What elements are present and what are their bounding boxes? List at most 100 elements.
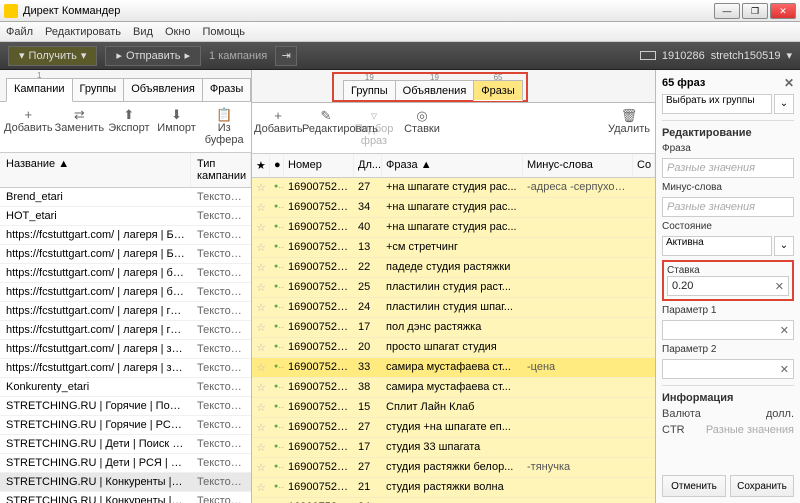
import-button[interactable]: ⬇Импорт: [154, 106, 200, 148]
table-row[interactable]: STRETCHING.RU | Дети | РСЯ | МСК и облТе…: [0, 454, 251, 473]
mid-tabs-highlight: 19Группы 19Объявления 65Фразы: [332, 72, 528, 102]
account-login[interactable]: stretch150519: [711, 50, 781, 62]
state-label: Состояние: [662, 221, 794, 232]
table-row[interactable]: STRETCHING.RU | Конкуренты | Поиск | М..…: [0, 473, 251, 492]
phrase-input[interactable]: Разные значения: [662, 158, 794, 178]
mid-toolbar: +Добавить ✎Редактировать ▿Подбор фраз ◎С…: [252, 103, 655, 154]
table-row[interactable]: https://fcstuttgart.com/ | лагеря | зару…: [0, 340, 251, 359]
table-row[interactable]: HOT_etariТекстово-г: [0, 207, 251, 226]
mid-tab-ads[interactable]: 19Объявления: [395, 80, 475, 100]
table-row[interactable]: STRETCHING.RU | Дети | Поиск | МСК и обл…: [0, 435, 251, 454]
table-row[interactable]: ☆●71690075272224пластилин студия шпаг...: [252, 298, 655, 318]
pencil-icon: ✎: [302, 109, 350, 123]
table-row[interactable]: ☆●111690075270738самира мустафаева ст...: [252, 378, 655, 398]
minimize-button[interactable]: —: [714, 3, 740, 19]
table-row[interactable]: https://fcstuttgart.com/ | лагеря | горя…: [0, 302, 251, 321]
receive-button[interactable]: ▾ Получить ▾: [8, 46, 97, 66]
state-chevron-icon[interactable]: ⌄: [774, 236, 794, 256]
table-row[interactable]: ☆●81690075268917пол дэнс растяжка: [252, 318, 655, 338]
minus-input[interactable]: Разные значения: [662, 197, 794, 217]
clear-icon[interactable]: ✕: [780, 363, 789, 376]
table-row[interactable]: ☆●11690075273427+на шпагате студия рас..…: [252, 178, 655, 198]
mid-add-button[interactable]: +Добавить: [254, 107, 302, 137]
account-chevron-icon[interactable]: ▾: [786, 49, 792, 62]
select-groups-chevron-icon[interactable]: ⌄: [774, 94, 794, 114]
table-row[interactable]: ☆●31690075273740+на шпагате студия рас..…: [252, 218, 655, 238]
col-co[interactable]: Со: [633, 154, 655, 177]
right-panel: 65 фраз ✕ Выбрать их группы ⌄ Редактиров…: [656, 70, 800, 503]
add-button[interactable]: +Добавить: [4, 106, 53, 148]
col-number[interactable]: Номер: [284, 154, 354, 177]
mid-delete-button[interactable]: 🗑Удалить: [605, 107, 653, 137]
minus-label: Минус-слова: [662, 182, 794, 193]
maximize-button[interactable]: ❐: [742, 3, 768, 19]
table-row[interactable]: ☆●141690075269617студия 33 шпагата: [252, 438, 655, 458]
currency-label: Валюта: [662, 408, 701, 420]
table-row[interactable]: https://fcstuttgart.com/ | лагеря | Болг…: [0, 245, 251, 264]
table-row[interactable]: ☆●161690075275621студия растяжки волна: [252, 478, 655, 498]
table-row[interactable]: https://fcstuttgart.com/ | лагеря | горя…: [0, 321, 251, 340]
table-row[interactable]: ☆●171690075273934студия растяжки елиса..…: [252, 498, 655, 503]
table-row[interactable]: ☆●51690075270022падеде студия растяжки: [252, 258, 655, 278]
mid-bid-button[interactable]: ◎Ставки: [398, 107, 446, 137]
col-type[interactable]: Тип кампании: [191, 153, 251, 187]
save-button[interactable]: Сохранить: [730, 475, 794, 497]
table-row[interactable]: Brend_etariТекстово-г: [0, 188, 251, 207]
table-row[interactable]: https://fcstuttgart.com/ | лагеря | Болг…: [0, 226, 251, 245]
col-name[interactable]: Название: [6, 158, 55, 170]
export-button[interactable]: ⬆Экспорт: [106, 106, 152, 148]
tab-campaigns[interactable]: 1Кампании: [6, 78, 73, 102]
panel-close-icon[interactable]: ✕: [784, 76, 794, 90]
sort-asc-icon: ▲: [421, 159, 432, 171]
mid-edit-button[interactable]: ✎Редактировать: [302, 107, 350, 137]
table-row[interactable]: ☆●61690075272125пластилин студия раст...: [252, 278, 655, 298]
mid-tab-phrases[interactable]: 65Фразы: [473, 80, 522, 101]
collapse-icon[interactable]: ⇥: [275, 46, 297, 66]
table-row[interactable]: ☆●21690075273634+на шпагате студия рас..…: [252, 198, 655, 218]
phrases-table[interactable]: ☆●11690075273427+на шпагате студия рас..…: [252, 178, 655, 503]
table-row[interactable]: ☆●91690075270920просто шпагат студия: [252, 338, 655, 358]
bid-highlight: Ставка 0.20✕: [662, 260, 794, 301]
replace-button[interactable]: ⇄Заменить: [55, 106, 104, 148]
table-row[interactable]: ☆●121690075269015Сплит Лайн Клаб: [252, 398, 655, 418]
param1-input[interactable]: ✕: [662, 320, 794, 340]
table-row[interactable]: https://fcstuttgart.com/ | лагеря | зару…: [0, 359, 251, 378]
close-button[interactable]: ✕: [770, 3, 796, 19]
col-star[interactable]: ★: [252, 154, 270, 177]
table-row[interactable]: https://fcstuttgart.com/ | лагеря | брен…: [0, 283, 251, 302]
clear-icon[interactable]: ✕: [780, 324, 789, 337]
table-row[interactable]: ☆●151690075274927студия растяжки белор..…: [252, 458, 655, 478]
campaigns-table[interactable]: Brend_etariТекстово-гHOT_etariТекстово-г…: [0, 188, 251, 503]
table-row[interactable]: Konkurenty_etariТекстово-г: [0, 378, 251, 397]
menu-edit[interactable]: Редактировать: [45, 26, 121, 38]
table-row[interactable]: ☆●131690075273527студия +на шпагате еп..…: [252, 418, 655, 438]
tab-phrases[interactable]: Фразы: [202, 78, 251, 101]
menu-window[interactable]: Окно: [165, 26, 191, 38]
send-button[interactable]: ▸ Отправить ▸: [105, 46, 201, 66]
col-length[interactable]: Дл...: [354, 154, 382, 177]
table-row[interactable]: STRETCHING.RU | Горячие | Поиск | МСК и …: [0, 397, 251, 416]
tab-groups[interactable]: Группы: [72, 78, 125, 101]
tab-ads[interactable]: Объявления: [123, 78, 203, 101]
table-row[interactable]: ☆●41690075272613+см стретчинг: [252, 238, 655, 258]
menu-file[interactable]: Файл: [6, 26, 33, 38]
clear-icon[interactable]: ✕: [775, 280, 784, 293]
cancel-button[interactable]: Отменить: [662, 475, 726, 497]
mid-tab-groups[interactable]: 19Группы: [343, 80, 396, 100]
col-minus[interactable]: Минус-слова: [523, 154, 633, 177]
select-groups-dropdown[interactable]: Выбрать их группы: [662, 94, 772, 114]
buffer-button[interactable]: 📋Из буфера: [201, 106, 247, 148]
table-row[interactable]: ☆●101690075269833самира мустафаева ст...…: [252, 358, 655, 378]
bid-input[interactable]: 0.20✕: [667, 276, 789, 296]
table-row[interactable]: STRETCHING.RU | Конкуренты | РСЯ | М...Т…: [0, 492, 251, 503]
menu-view[interactable]: Вид: [133, 26, 153, 38]
left-toolbar: +Добавить ⇄Заменить ⬆Экспорт ⬇Импорт 📋Из…: [0, 102, 251, 153]
state-select[interactable]: Активна: [662, 236, 772, 256]
param2-input[interactable]: ✕: [662, 359, 794, 379]
col-status[interactable]: ●: [270, 154, 284, 177]
table-row[interactable]: https://fcstuttgart.com/ | лагеря | брен…: [0, 264, 251, 283]
menu-help[interactable]: Помощь: [203, 26, 246, 38]
col-phrase[interactable]: Фраза: [386, 159, 418, 171]
funnel-icon: ▿: [350, 109, 398, 123]
table-row[interactable]: STRETCHING.RU | Горячие | РСЯ | МСК и о.…: [0, 416, 251, 435]
